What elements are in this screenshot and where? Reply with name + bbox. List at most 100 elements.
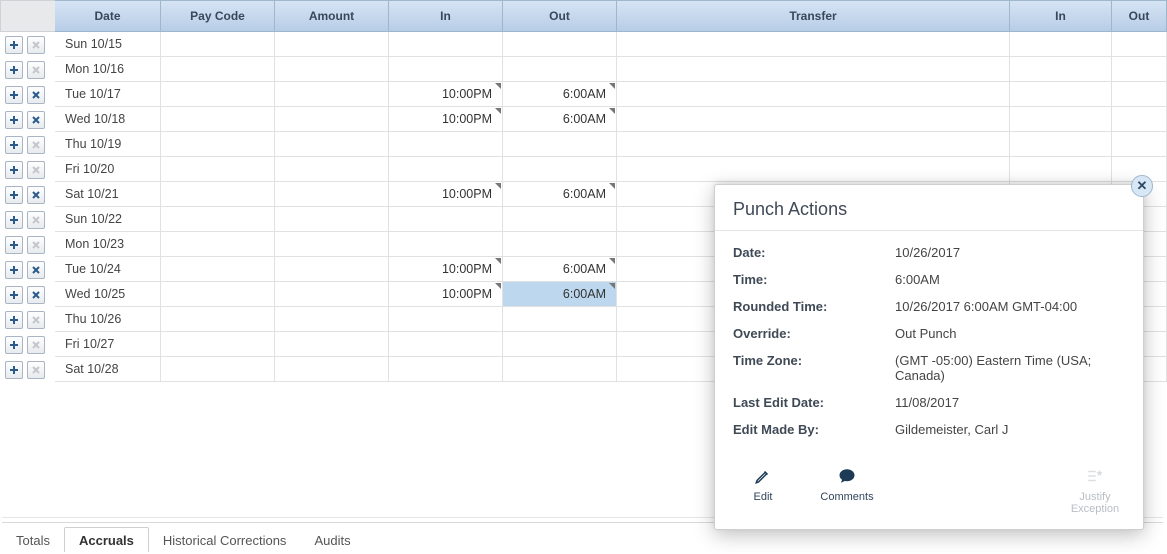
cell-in[interactable]: 10:00PM: [389, 257, 503, 282]
cell-amount[interactable]: [275, 257, 389, 282]
cell-in[interactable]: [389, 207, 503, 232]
cell-date[interactable]: Mon 10/23: [55, 232, 161, 257]
add-row-button[interactable]: [5, 311, 23, 329]
cell-paycode[interactable]: [161, 307, 275, 332]
cell-paycode[interactable]: [161, 157, 275, 182]
cell-in[interactable]: [389, 307, 503, 332]
cell-out[interactable]: [503, 32, 617, 57]
cell-amount[interactable]: [275, 207, 389, 232]
delete-row-button[interactable]: [27, 186, 45, 204]
cell-date[interactable]: Thu 10/26: [55, 307, 161, 332]
cell-transfer[interactable]: [617, 57, 1010, 82]
cell-date[interactable]: Sat 10/28: [55, 357, 161, 382]
cell-in2[interactable]: [1010, 107, 1112, 132]
add-row-button[interactable]: [5, 111, 23, 129]
cell-date[interactable]: Wed 10/25: [55, 282, 161, 307]
cell-in2[interactable]: [1010, 82, 1112, 107]
col-in2[interactable]: In: [1010, 0, 1112, 32]
cell-paycode[interactable]: [161, 282, 275, 307]
add-row-button[interactable]: [5, 36, 23, 54]
col-in[interactable]: In: [389, 0, 503, 32]
cell-paycode[interactable]: [161, 32, 275, 57]
cell-out2[interactable]: [1112, 82, 1167, 107]
cell-amount[interactable]: [275, 57, 389, 82]
cell-out[interactable]: [503, 332, 617, 357]
delete-row-button[interactable]: [27, 261, 45, 279]
add-row-button[interactable]: [5, 211, 23, 229]
cell-date[interactable]: Sat 10/21: [55, 182, 161, 207]
tab-historical[interactable]: Historical Corrections: [149, 528, 301, 552]
cell-amount[interactable]: [275, 332, 389, 357]
cell-in2[interactable]: [1010, 57, 1112, 82]
cell-out[interactable]: 6:00AM: [503, 82, 617, 107]
cell-date[interactable]: Tue 10/17: [55, 82, 161, 107]
add-row-button[interactable]: [5, 161, 23, 179]
cell-out[interactable]: [503, 232, 617, 257]
cell-in[interactable]: 10:00PM: [389, 182, 503, 207]
col-out[interactable]: Out: [503, 0, 617, 32]
cell-in[interactable]: [389, 32, 503, 57]
col-paycode[interactable]: Pay Code: [161, 0, 275, 32]
cell-in2[interactable]: [1010, 157, 1112, 182]
col-amount[interactable]: Amount: [275, 0, 389, 32]
cell-out[interactable]: [503, 207, 617, 232]
col-date[interactable]: Date: [55, 0, 161, 32]
cell-in[interactable]: [389, 57, 503, 82]
cell-transfer[interactable]: [617, 132, 1010, 157]
delete-row-button[interactable]: [27, 286, 45, 304]
cell-out[interactable]: 6:00AM: [503, 282, 617, 307]
cell-paycode[interactable]: [161, 232, 275, 257]
cell-paycode[interactable]: [161, 332, 275, 357]
cell-amount[interactable]: [275, 282, 389, 307]
cell-out[interactable]: [503, 357, 617, 382]
cell-in[interactable]: 10:00PM: [389, 282, 503, 307]
cell-amount[interactable]: [275, 32, 389, 57]
cell-in[interactable]: 10:00PM: [389, 82, 503, 107]
cell-out2[interactable]: [1112, 132, 1167, 157]
cell-in[interactable]: [389, 232, 503, 257]
cell-amount[interactable]: [275, 107, 389, 132]
cell-amount[interactable]: [275, 357, 389, 382]
delete-row-button[interactable]: [27, 111, 45, 129]
cell-out[interactable]: [503, 307, 617, 332]
cell-paycode[interactable]: [161, 132, 275, 157]
add-row-button[interactable]: [5, 236, 23, 254]
add-row-button[interactable]: [5, 86, 23, 104]
cell-transfer[interactable]: [617, 157, 1010, 182]
cell-date[interactable]: Fri 10/20: [55, 157, 161, 182]
col-out2[interactable]: Out: [1112, 0, 1167, 32]
cell-out2[interactable]: [1112, 57, 1167, 82]
edit-button[interactable]: Edit: [733, 465, 793, 503]
cell-amount[interactable]: [275, 182, 389, 207]
cell-in[interactable]: [389, 332, 503, 357]
add-row-button[interactable]: [5, 361, 23, 379]
cell-date[interactable]: Tue 10/24: [55, 257, 161, 282]
popup-close-button[interactable]: ✕: [1131, 175, 1153, 197]
cell-date[interactable]: Thu 10/19: [55, 132, 161, 157]
cell-amount[interactable]: [275, 157, 389, 182]
tab-audits[interactable]: Audits: [300, 528, 364, 552]
add-row-button[interactable]: [5, 336, 23, 354]
cell-date[interactable]: Sun 10/15: [55, 32, 161, 57]
tab-totals[interactable]: Totals: [2, 528, 64, 552]
cell-transfer[interactable]: [617, 107, 1010, 132]
cell-paycode[interactable]: [161, 257, 275, 282]
delete-row-button[interactable]: [27, 86, 45, 104]
cell-paycode[interactable]: [161, 207, 275, 232]
add-row-button[interactable]: [5, 261, 23, 279]
cell-date[interactable]: Wed 10/18: [55, 107, 161, 132]
cell-amount[interactable]: [275, 132, 389, 157]
add-row-button[interactable]: [5, 136, 23, 154]
add-row-button[interactable]: [5, 186, 23, 204]
cell-amount[interactable]: [275, 232, 389, 257]
cell-transfer[interactable]: [617, 82, 1010, 107]
cell-amount[interactable]: [275, 307, 389, 332]
cell-amount[interactable]: [275, 82, 389, 107]
cell-paycode[interactable]: [161, 82, 275, 107]
cell-out[interactable]: 6:00AM: [503, 182, 617, 207]
cell-in[interactable]: [389, 157, 503, 182]
cell-in2[interactable]: [1010, 132, 1112, 157]
comments-button[interactable]: Comments: [817, 465, 877, 503]
cell-transfer[interactable]: [617, 32, 1010, 57]
cell-paycode[interactable]: [161, 107, 275, 132]
